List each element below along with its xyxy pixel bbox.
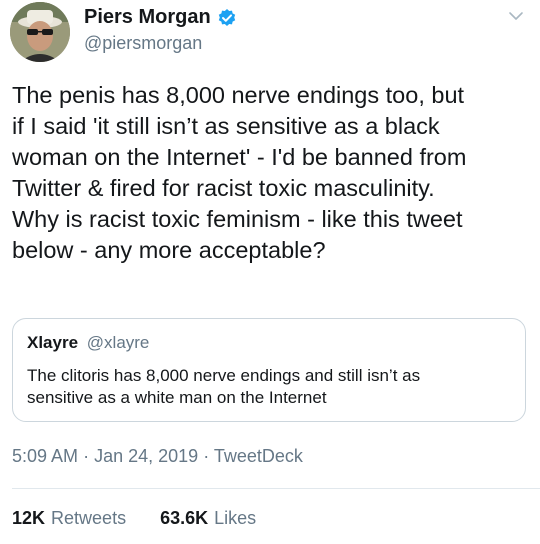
tweet-meta: 5:09 AM · Jan 24, 2019 · TweetDeck bbox=[12, 446, 303, 467]
chevron-down-icon[interactable] bbox=[508, 8, 524, 24]
tweet-client[interactable]: TweetDeck bbox=[214, 446, 303, 466]
divider bbox=[12, 488, 540, 489]
author-name-row: Piers Morgan bbox=[84, 6, 237, 29]
tweet-date[interactable]: Jan 24, 2019 bbox=[94, 446, 198, 466]
retweets-stat[interactable]: 12K Retweets bbox=[12, 508, 126, 529]
likes-stat[interactable]: 63.6K Likes bbox=[160, 508, 256, 529]
likes-count: 63.6K bbox=[160, 508, 209, 528]
avatar-photo bbox=[10, 2, 70, 62]
tweet-time[interactable]: 5:09 AM bbox=[12, 446, 78, 466]
author-display-name[interactable]: Piers Morgan bbox=[84, 6, 211, 29]
quoted-tweet-text: The clitoris has 8,000 nerve endings and… bbox=[27, 366, 421, 407]
tweet-stats: 12K Retweets 63.6K Likes bbox=[12, 508, 256, 529]
quoted-display-name: Xlayre bbox=[27, 333, 79, 352]
likes-label: Likes bbox=[214, 508, 257, 528]
meta-separator: · bbox=[203, 446, 210, 466]
retweets-label: Retweets bbox=[51, 508, 127, 528]
avatar[interactable] bbox=[10, 2, 70, 62]
verified-badge-icon bbox=[217, 8, 237, 28]
quoted-handle: @xlayre bbox=[86, 333, 150, 352]
retweets-count: 12K bbox=[12, 508, 46, 528]
quoted-tweet[interactable]: Xlayre @xlayre The clitoris has 8,000 ne… bbox=[12, 318, 526, 422]
author-handle[interactable]: @piersmorgan bbox=[84, 33, 202, 54]
meta-separator: · bbox=[83, 446, 90, 466]
quoted-tweet-header: Xlayre @xlayre bbox=[27, 333, 149, 353]
tweet-text: The penis has 8,000 nerve endings too, b… bbox=[12, 82, 467, 263]
